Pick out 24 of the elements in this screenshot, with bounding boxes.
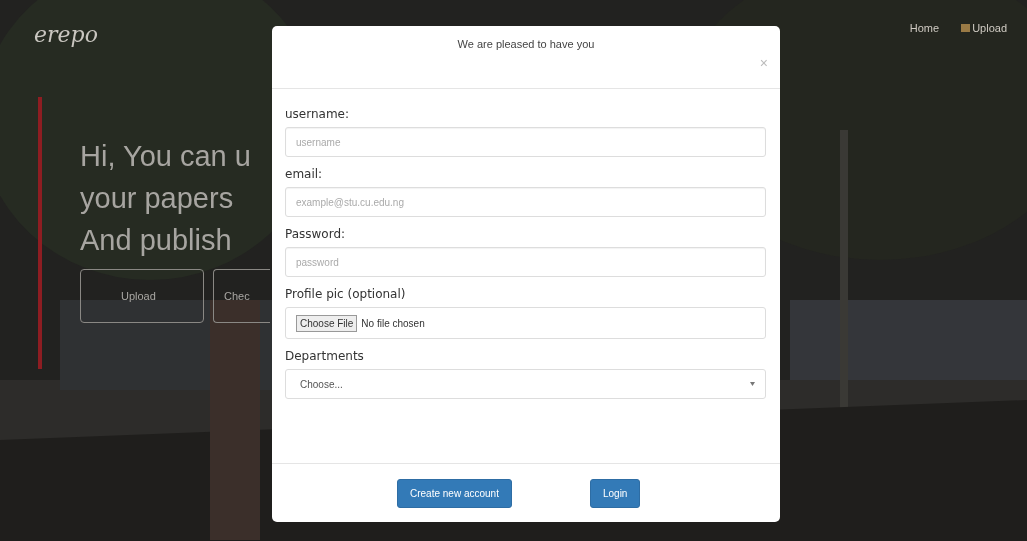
- hero-heading-line: And publish: [80, 223, 232, 258]
- nav-link[interactable]: Upload: [961, 21, 1007, 34]
- file-status: No file chosen: [361, 317, 425, 329]
- choose-file-button[interactable]: Choose File: [296, 314, 358, 332]
- brand-logo[interactable]: erepo: [34, 22, 98, 47]
- field-label: Departments: [285, 349, 365, 363]
- field-label: Profile pic (optional): [285, 287, 407, 301]
- create-account-button[interactable]: Create new account: [397, 478, 512, 508]
- field-label: email:: [285, 167, 324, 181]
- hero-heading-line: Hi, You can u: [80, 139, 251, 174]
- caret-icon: [750, 382, 755, 386]
- nav-link[interactable]: Home: [909, 21, 940, 34]
- field-label: username:: [285, 107, 351, 121]
- hero-button[interactable]: Upload: [80, 269, 204, 323]
- hero-button[interactable]: Chec: [213, 269, 270, 323]
- dialog-title: We are pleased to have you: [457, 38, 595, 52]
- file-field[interactable]: Choose File No file chosen: [285, 307, 766, 339]
- field-label: Password:: [285, 227, 347, 241]
- text-field[interactable]: username: [285, 127, 766, 157]
- text-field[interactable]: password: [285, 247, 766, 277]
- text-field[interactable]: example@stu.cu.edu.ng: [285, 187, 766, 217]
- select-field[interactable]: Choose...: [285, 369, 766, 399]
- login-button[interactable]: Login: [589, 478, 641, 508]
- hero-heading-line: your papers: [80, 181, 234, 216]
